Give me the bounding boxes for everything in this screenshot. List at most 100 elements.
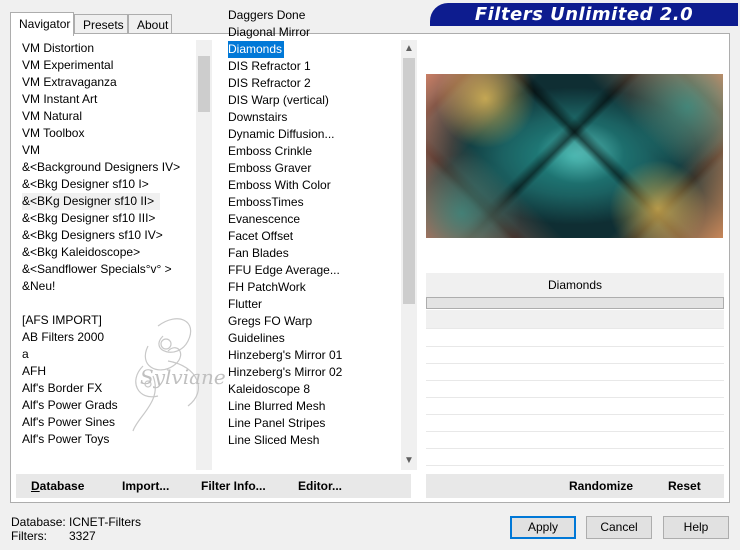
category-item[interactable]: &Neu! xyxy=(22,278,194,295)
filters-count-label: Filters: xyxy=(11,529,47,543)
category-item-label: AB Filters 2000 xyxy=(22,330,105,344)
category-item-label: [AFS IMPORT] xyxy=(22,313,102,327)
category-item-label: AFH xyxy=(22,364,46,378)
randomize-button[interactable]: Randomize xyxy=(569,474,633,498)
filter-item[interactable]: Hinzeberg's Mirror 01 xyxy=(228,347,400,364)
filter-item[interactable]: Line Panel Stripes xyxy=(228,415,400,432)
filter-info-button[interactable]: Filter Info... xyxy=(201,474,266,498)
editor-button[interactable]: Editor... xyxy=(298,474,342,498)
category-item[interactable]: VM Experimental xyxy=(22,57,194,74)
category-item[interactable]: VM Distortion xyxy=(22,40,194,57)
filter-item-label: Facet Offset xyxy=(228,229,294,243)
category-item-label: VM xyxy=(22,143,40,157)
category-item-label: &<Background Designers IV> xyxy=(22,160,181,174)
category-item-label: VM Natural xyxy=(22,109,83,123)
parameter-row xyxy=(426,398,724,415)
category-item-label: VM Experimental xyxy=(22,58,114,72)
category-item[interactable]: &<Bkg Kaleidoscope> xyxy=(22,244,194,261)
scroll-down-icon[interactable]: ▼ xyxy=(401,454,417,468)
filter-preview xyxy=(426,74,723,238)
category-item-label: Alf's Power Toys xyxy=(22,432,110,446)
filter-item[interactable]: Gregs FO Warp xyxy=(228,313,400,330)
reset-button[interactable]: Reset xyxy=(668,474,701,498)
category-item-label: &<Bkg Designer sf10 I> xyxy=(22,177,149,191)
category-item[interactable]: &<Bkg Designer sf10 I> xyxy=(22,176,194,193)
parameter-row xyxy=(426,381,724,398)
filter-item[interactable]: Line Blurred Mesh xyxy=(228,398,400,415)
filter-item-label: Emboss Graver xyxy=(228,161,312,175)
filter-item[interactable]: Hinzeberg's Mirror 02 xyxy=(228,364,400,381)
filter-item[interactable]: Emboss Crinkle xyxy=(228,143,400,160)
filter-item[interactable]: ≡DIS Refractor 2 xyxy=(228,75,400,92)
filter-item[interactable]: Diagonal Mirror xyxy=(228,24,400,41)
filter-item[interactable]: Emboss With Color xyxy=(228,177,400,194)
tab-navigator[interactable]: Navigator xyxy=(10,12,74,36)
filter-item[interactable]: DIS Warp (vertical) xyxy=(228,92,400,109)
category-item[interactable]: &<BKg Designer sf10 II> xyxy=(22,193,194,210)
category-item-label: VM Instant Art xyxy=(22,92,98,106)
filter-item[interactable]: ≡Guidelines xyxy=(228,330,400,347)
filter-item[interactable]: Line Sliced Mesh xyxy=(228,432,400,449)
filter-item[interactable]: Fan Blades xyxy=(228,245,400,262)
category-item[interactable]: &<Bkg Designers sf10 IV> xyxy=(22,227,194,244)
scroll-up-icon[interactable]: ▲ xyxy=(401,42,417,56)
category-item[interactable]: &<Bkg Designer sf10 III> xyxy=(22,210,194,227)
filter-item[interactable]: Dynamic Diffusion... xyxy=(228,126,400,143)
category-item-label: &<Bkg Designers sf10 IV> xyxy=(22,228,163,242)
category-item[interactable]: VM Natural xyxy=(22,108,194,125)
filter-item-label: FH PatchWork xyxy=(228,280,306,294)
list-toolbar: Database Import... Filter Info... Editor… xyxy=(16,474,411,498)
category-scroll-thumb[interactable] xyxy=(198,56,210,112)
filter-list[interactable]: Daggers Done Diagonal Mirror Diamonds DIS R… xyxy=(228,7,400,463)
category-item[interactable]: VM Extravaganza xyxy=(22,74,194,91)
category-item[interactable]: &<Background Designers IV> xyxy=(22,159,194,176)
category-item[interactable]: &<Sandflower Specials°v° > xyxy=(22,261,194,278)
filter-item-label: Kaleidoscope 8 xyxy=(228,382,311,396)
parameter-row xyxy=(426,432,724,449)
apply-button[interactable]: Apply xyxy=(510,516,576,539)
category-item-label: VM Toolbox xyxy=(22,126,85,140)
filter-item[interactable]: DIS Refractor 1 xyxy=(228,58,400,75)
help-button[interactable]: Help xyxy=(663,516,729,539)
filter-item-label: Downstairs xyxy=(228,110,288,124)
category-item[interactable]: VM Instant Art xyxy=(22,91,194,108)
filter-item[interactable]: Diamonds xyxy=(228,41,400,58)
filter-item[interactable]: FH PatchWork xyxy=(228,279,400,296)
filter-scroll-thumb[interactable] xyxy=(403,58,415,304)
filter-item-label: Gregs FO Warp xyxy=(228,314,313,328)
filter-item[interactable]: ≡Flutter xyxy=(228,296,400,313)
brand-banner: Filters Unlimited 2.0 xyxy=(430,3,738,26)
filter-item[interactable]: Evanescence xyxy=(228,211,400,228)
filter-item-label: Fan Blades xyxy=(228,246,289,260)
filter-item-label: Line Blurred Mesh xyxy=(228,399,326,413)
filter-item[interactable]: Kaleidoscope 8 xyxy=(228,381,400,398)
filter-item-label: Emboss Crinkle xyxy=(228,144,313,158)
database-button[interactable]: Database xyxy=(31,474,84,498)
filter-item[interactable]: Downstairs xyxy=(228,109,400,126)
filter-item[interactable]: Facet Offset xyxy=(228,228,400,245)
filter-item-label: EmbossTimes xyxy=(228,195,304,209)
parameter-row xyxy=(426,364,724,381)
filter-item[interactable]: Emboss Graver xyxy=(228,160,400,177)
database-label: Database: xyxy=(11,515,66,529)
database-value: ICNET-Filters xyxy=(69,515,141,529)
cancel-button[interactable]: Cancel xyxy=(586,516,652,539)
parameter-row xyxy=(426,330,724,347)
filter-name-label: Diamonds xyxy=(426,273,724,297)
category-item-label: &<Sandflower Specials°v° > xyxy=(22,262,172,276)
filter-item[interactable]: EmbossTimes xyxy=(228,194,400,211)
filter-item-label: Emboss With Color xyxy=(228,178,331,192)
import-button[interactable]: Import... xyxy=(122,474,169,498)
category-item[interactable]: VM Toolbox xyxy=(22,125,194,142)
category-item[interactable]: VM xyxy=(22,142,194,159)
filters-count-value: 3327 xyxy=(69,529,96,543)
category-item-label: Alf's Power Grads xyxy=(22,398,118,412)
parameter-slider[interactable] xyxy=(426,297,724,309)
filter-scrollbar[interactable]: ▲ ▼ xyxy=(401,40,417,470)
filter-item[interactable]: Daggers Done xyxy=(228,7,400,24)
category-item-label: &<Bkg Designer sf10 III> xyxy=(22,211,156,225)
filter-item[interactable]: FFU Edge Average... xyxy=(228,262,400,279)
filter-item-label: Dynamic Diffusion... xyxy=(228,127,335,141)
filter-item-label: Diagonal Mirror xyxy=(228,25,311,39)
parameter-row xyxy=(426,347,724,364)
